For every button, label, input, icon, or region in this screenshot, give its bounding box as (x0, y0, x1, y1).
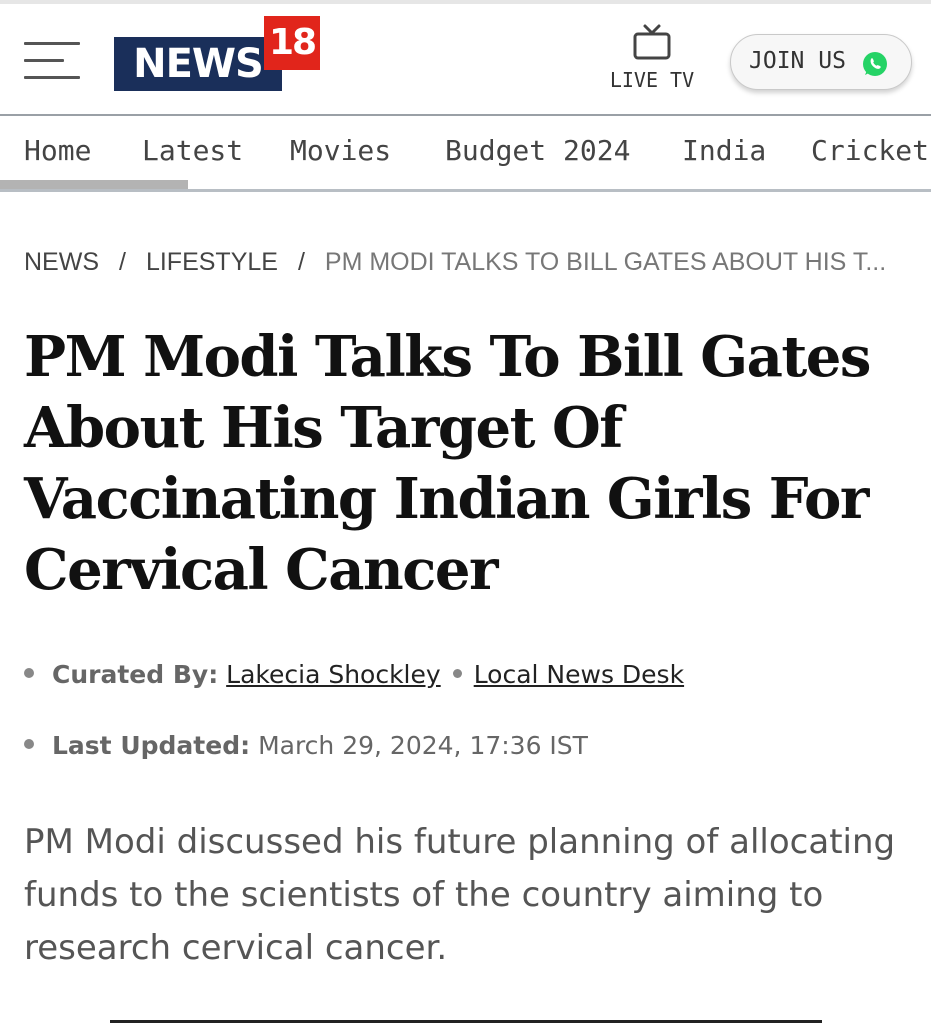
author-link[interactable]: Lakecia Shockley (226, 660, 441, 689)
live-tv-button[interactable]: LIVE TV (604, 22, 700, 98)
site-header: NEWS 18 LIVE TV JOIN US (0, 4, 931, 116)
category-nav: Home Latest Movies Budget 2024 India Cri… (0, 118, 931, 192)
hamburger-icon[interactable] (24, 42, 80, 80)
nav-item-cricket[interactable]: Cricket (811, 134, 929, 167)
nav-item-home[interactable]: Home (24, 134, 91, 167)
breadcrumb-current: PM MODI TALKS TO BILL GATES ABOUT HIS T.… (324, 248, 887, 276)
join-us-button[interactable]: JOIN US (730, 34, 912, 90)
article-headline: PM Modi Talks To Bill Gates About His Ta… (24, 324, 871, 603)
content-divider (110, 1020, 822, 1023)
bullet-icon (452, 668, 462, 678)
whatsapp-icon (863, 52, 887, 76)
nav-active-indicator (0, 180, 188, 189)
breadcrumb-lifestyle[interactable]: LIFESTYLE (146, 248, 278, 276)
breadcrumb-news[interactable]: NEWS (24, 248, 99, 276)
article-summary: PM Modi discussed his future planning of… (24, 822, 896, 968)
article-updated: Last Updated: March 29, 2024, 17:36 IST (24, 731, 588, 760)
news18-logo[interactable]: NEWS 18 (114, 16, 324, 92)
nav-item-india[interactable]: India (682, 134, 766, 167)
bullet-icon (24, 739, 34, 749)
logo-news-text: NEWS (114, 37, 282, 91)
nav-item-budget-2024[interactable]: Budget 2024 (445, 134, 630, 167)
breadcrumb-separator: / (119, 248, 126, 276)
desk-link[interactable]: Local News Desk (474, 660, 684, 689)
last-updated-label: Last Updated: (52, 731, 251, 760)
bullet-icon (24, 668, 34, 678)
logo-number-badge: 18 (264, 16, 320, 70)
live-tv-label: LIVE TV (609, 68, 695, 92)
join-us-label: JOIN US (749, 48, 846, 74)
nav-item-movies[interactable]: Movies (290, 134, 391, 167)
tv-icon (633, 24, 671, 60)
nav-item-latest[interactable]: Latest (142, 134, 243, 167)
breadcrumb-separator: / (297, 248, 305, 276)
breadcrumb: NEWS / LIFESTYLE / PM MODI TALKS TO BILL GAT… (24, 248, 914, 277)
article-byline: Curated By: Lakecia Shockley Local News D… (24, 660, 684, 689)
last-updated-value: March 29, 2024, 17:36 IST (258, 731, 588, 760)
curated-by-label: Curated By: (52, 660, 219, 689)
